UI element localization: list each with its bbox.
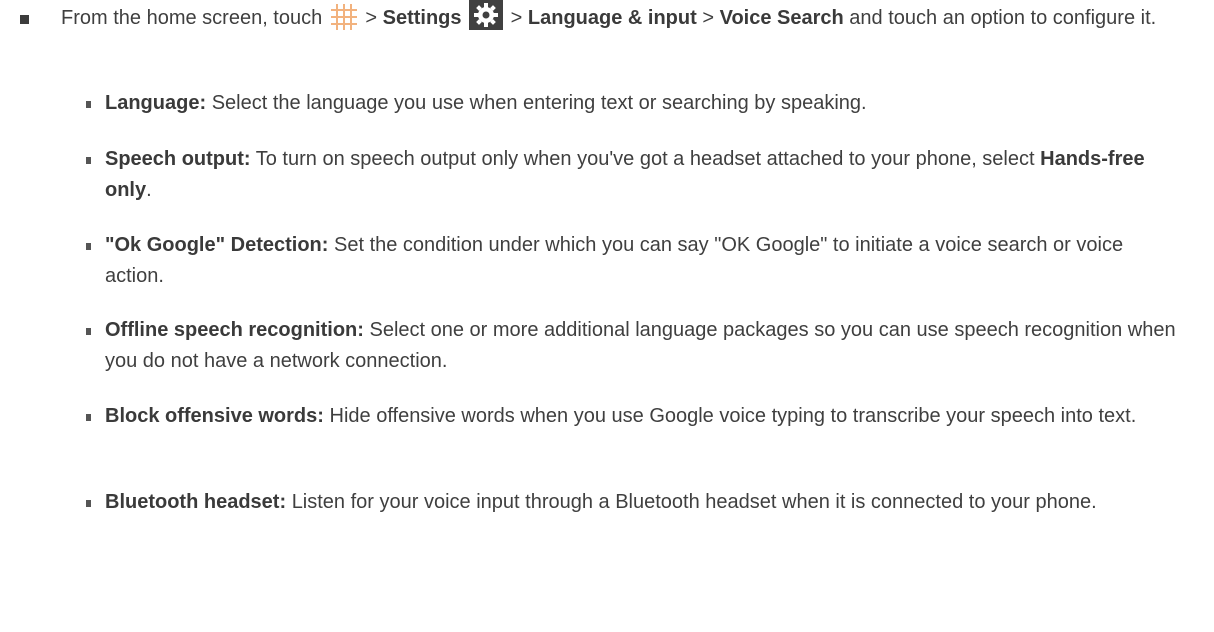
option-term: Bluetooth headset: xyxy=(105,491,287,513)
square-bullet-icon xyxy=(20,15,29,24)
main-step-outro: and touch an option to configure it. xyxy=(849,7,1157,29)
small-square-bullet-icon xyxy=(86,328,91,335)
option-desc: Listen for your voice input through a Bl… xyxy=(291,491,1097,513)
option-text: Bluetooth headset: Listen for your voice… xyxy=(105,487,1185,518)
option-text: Offline speech recognition: Select one o… xyxy=(105,315,1185,377)
option-text: Language: Select the language you use wh… xyxy=(105,88,1185,119)
gear-icon xyxy=(469,0,504,40)
option-desc: Hide offensive words when you use Google… xyxy=(329,405,1137,427)
settings-label: Settings xyxy=(382,7,462,29)
option-desc: Select the language you use when enterin… xyxy=(211,92,867,114)
main-step-intro: From the home screen, touch xyxy=(61,7,323,29)
option-term: Block offensive words: xyxy=(105,405,324,427)
small-square-bullet-icon xyxy=(86,500,91,507)
separator: > xyxy=(365,7,378,29)
option-desc: To turn on speech output only when you'v… xyxy=(255,148,1035,170)
separator: > xyxy=(702,7,715,29)
option-term: Language: xyxy=(105,92,207,114)
language-input-label: Language & input xyxy=(527,7,697,29)
small-square-bullet-icon xyxy=(86,243,91,250)
small-square-bullet-icon xyxy=(86,101,91,108)
page: { "main_step": { "part1": "From the home… xyxy=(0,0,1214,632)
option-text: "Ok Google" Detection: Set the condition… xyxy=(105,230,1185,292)
apps-grid-icon xyxy=(330,4,358,40)
option-text: Block offensive words: Hide offensive wo… xyxy=(105,401,1185,432)
voice-search-label: Voice Search xyxy=(719,7,844,29)
small-square-bullet-icon xyxy=(86,157,91,164)
option-term: "Ok Google" Detection: xyxy=(105,234,329,256)
option-term: Offline speech recognition: xyxy=(105,319,364,341)
main-step-text: From the home screen, touch > Settings >… xyxy=(61,0,1181,40)
option-text: Speech output: To turn on speech output … xyxy=(105,144,1185,206)
small-square-bullet-icon xyxy=(86,414,91,421)
option-term: Speech output: xyxy=(105,148,251,170)
separator: > xyxy=(510,7,523,29)
option-end: . xyxy=(146,179,152,201)
